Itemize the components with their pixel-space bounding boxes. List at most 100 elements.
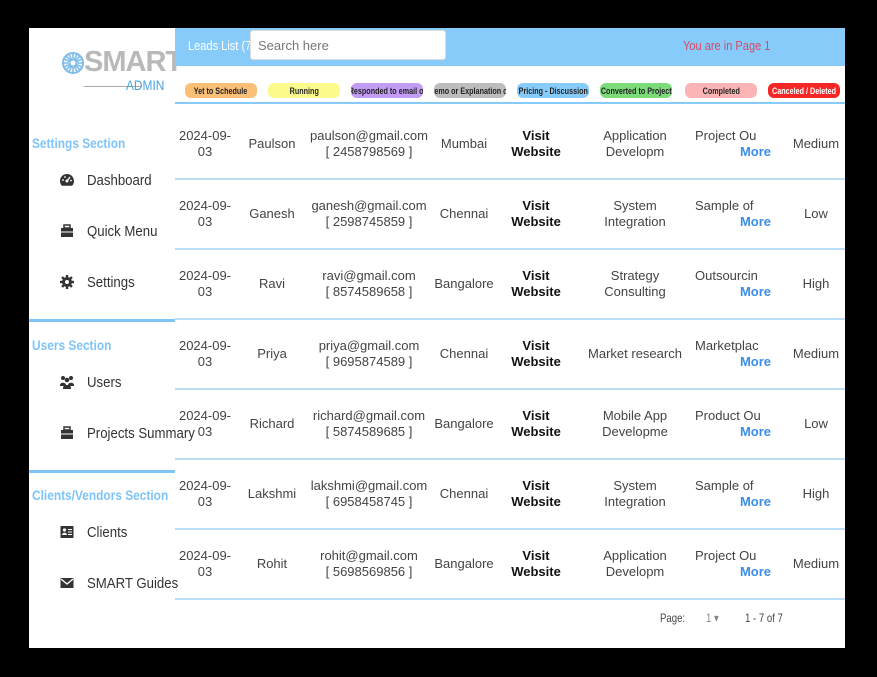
sidebar-item-label: Settings	[87, 273, 135, 291]
main-content: Leads List (7) You are in Page 1 Yet to …	[175, 28, 845, 648]
city-cell: Bangalore	[430, 390, 498, 458]
more-link[interactable]: More	[740, 354, 771, 370]
visit-website-link[interactable]: Visit Website	[497, 250, 575, 318]
priority: Low	[804, 416, 828, 431]
sidebar-item-settings[interactable]: Settings	[59, 270, 141, 294]
visit-label: Website	[511, 564, 561, 579]
city-cell: Bangalore	[430, 530, 498, 598]
date-line: 03	[197, 214, 213, 229]
city-cell: Bangalore	[430, 250, 498, 318]
status-badge[interactable]: Responded to email or	[351, 83, 423, 98]
sidebar-item-users[interactable]: Users	[59, 370, 126, 394]
priority-cell: Medium	[780, 320, 845, 388]
visit-label: Website	[511, 284, 561, 299]
service-line: Integration	[604, 494, 666, 509]
page-select[interactable]: 1 ▾	[706, 611, 719, 625]
more-link[interactable]: More	[740, 144, 771, 160]
priority: Medium	[792, 136, 840, 151]
sidebar-item-label: Dashboard	[87, 171, 152, 189]
table-row[interactable]: 2024-09- 03 Richard richard@gmail.com [ …	[175, 390, 845, 460]
pagination: Page: 1 ▾ 1 - 7 of 7	[175, 611, 845, 631]
visit-website-link[interactable]: Visit Website	[497, 390, 575, 458]
status-legend: Yet to Schedule Running Responded to email…	[175, 66, 845, 104]
city: Chennai	[439, 346, 489, 361]
table-row[interactable]: 2024-09- 03 Ravi ravi@gmail.com [ 857458…	[175, 250, 845, 320]
section-title-settings: Settings Section	[32, 135, 126, 151]
description-cell: Sample of More	[695, 460, 775, 528]
service-line: Application	[603, 548, 667, 563]
service-line: Mobile App	[602, 408, 668, 423]
more-link[interactable]: More	[740, 494, 771, 510]
service-cell: Market research	[580, 320, 690, 388]
service-line: Developme	[602, 424, 668, 439]
briefcase-icon	[61, 426, 73, 439]
date-line: 03	[197, 494, 213, 509]
visit-website-link[interactable]: Visit Website	[497, 530, 575, 598]
sidebar-item-quick-menu[interactable]: Quick Menu	[59, 219, 167, 243]
service-cell: Application Developm	[580, 530, 690, 598]
contact-cell: lakshmi@gmail.com [ 6958458745 ]	[307, 460, 431, 528]
status-badge[interactable]: Yet to Schedule	[185, 83, 257, 98]
status-badge[interactable]: Pricing - Discussion	[517, 83, 589, 98]
logo[interactable]: SMART ADMIN	[62, 46, 183, 98]
table-row[interactable]: 2024-09- 03 Ganesh ganesh@gmail.com [ 25…	[175, 180, 845, 250]
more-link[interactable]: More	[740, 214, 771, 230]
gear-icon	[60, 275, 74, 289]
section-divider	[29, 470, 175, 473]
status-badge[interactable]: Canceled / Deleted	[768, 83, 840, 98]
table-row[interactable]: 2024-09- 03 Priya priya@gmail.com [ 9695…	[175, 320, 845, 390]
status-badge[interactable]: Demo or Explanation or	[434, 83, 506, 98]
priority-cell: High	[780, 250, 845, 318]
sidebar-item-smart-guides[interactable]: SMART Guides	[59, 571, 191, 595]
service-line: Integration	[604, 214, 666, 229]
visit-website-link[interactable]: Visit Website	[497, 320, 575, 388]
visit-website-link[interactable]: Visit Website	[497, 460, 575, 528]
more-link[interactable]: More	[740, 564, 771, 580]
phone: [ 8574589658 ]	[325, 284, 413, 299]
service-cell: Strategy Consulting	[580, 250, 690, 318]
phone: [ 9695874589 ]	[325, 354, 413, 369]
service-line: Strategy	[610, 268, 660, 283]
status-badge-label: Demo or Explanation or	[434, 85, 506, 96]
status-badge[interactable]: Completed	[685, 83, 757, 98]
visit-label: Visit	[522, 548, 550, 563]
dashboard-icon	[60, 174, 74, 186]
contact-card-icon	[60, 526, 74, 538]
table-row[interactable]: 2024-09- 03 Lakshmi lakshmi@gmail.com [ …	[175, 460, 845, 530]
sidebar: SMART ADMIN Settings Section Dashboard Q…	[29, 28, 195, 648]
logo-subtext: ADMIN	[126, 77, 165, 93]
priority-cell: Low	[780, 390, 845, 458]
visit-label: Visit	[522, 478, 550, 493]
visit-website-link[interactable]: Visit Website	[497, 110, 575, 178]
priority-cell: Medium	[780, 110, 845, 178]
status-badge-label: Yet to Schedule	[194, 85, 248, 96]
status-badge[interactable]: Running	[268, 83, 340, 98]
more-link[interactable]: More	[740, 284, 771, 300]
visit-label: Website	[511, 494, 561, 509]
email: richard@gmail.com	[312, 408, 426, 423]
name-cell: Lakshmi	[237, 460, 307, 528]
sidebar-item-dashboard[interactable]: Dashboard	[59, 168, 160, 192]
city-cell: Chennai	[430, 320, 498, 388]
visit-website-link[interactable]: Visit Website	[497, 180, 575, 248]
table-row[interactable]: 2024-09- 03 Paulson paulson@gmail.com [ …	[175, 110, 845, 180]
email: priya@gmail.com	[318, 338, 420, 353]
visit-label: Visit	[522, 338, 550, 353]
date-cell: 2024-09- 03	[175, 250, 235, 318]
search-input[interactable]	[250, 30, 446, 60]
pagination-label: Page:	[660, 611, 686, 625]
sidebar-item-clients[interactable]: Clients	[59, 520, 133, 544]
phone: [ 6958458745 ]	[325, 494, 413, 509]
date-line: 2024-09-	[178, 548, 232, 563]
status-badge-label: Running	[289, 85, 319, 96]
service-line: Developm	[605, 564, 665, 579]
description-cell: Product Ou More	[695, 390, 775, 458]
date-line: 03	[197, 284, 213, 299]
priority: High	[802, 276, 830, 291]
table-row[interactable]: 2024-09- 03 Rohit rohit@gmail.com [ 5698…	[175, 530, 845, 600]
email: ganesh@gmail.com	[311, 198, 427, 213]
lead-name: Paulson	[248, 136, 296, 151]
more-link[interactable]: More	[740, 424, 771, 440]
city: Bangalore	[434, 416, 494, 431]
status-badge[interactable]: Converted to Project	[600, 83, 672, 98]
